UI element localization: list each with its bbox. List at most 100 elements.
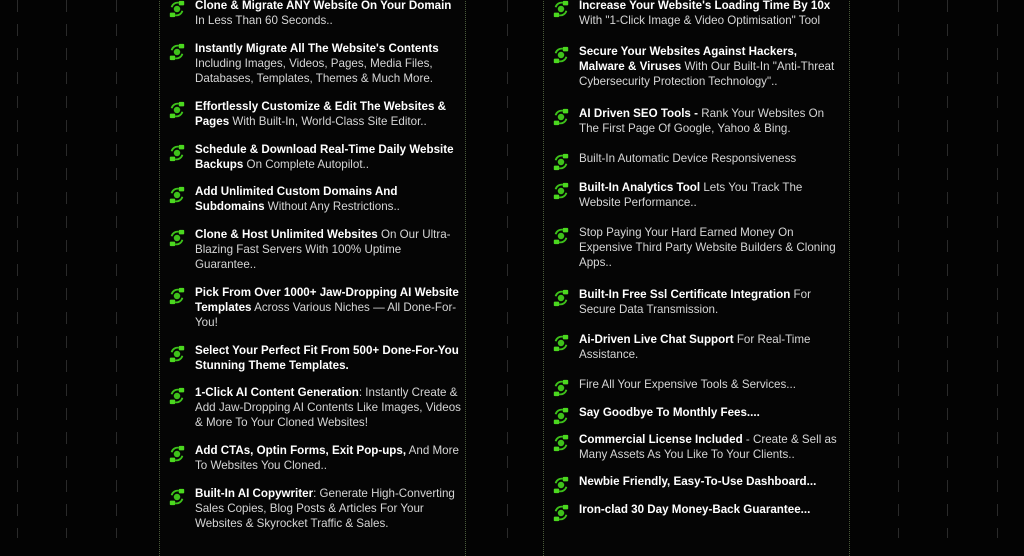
cloning-arrows-icon [553, 0, 569, 18]
feature-item: AI Driven SEO Tools - Rank Your Websites… [552, 106, 845, 136]
feature-description: Without Any Restrictions.. [264, 200, 400, 214]
cloning-arrows-icon [169, 43, 185, 61]
feature-highlight: Add CTAs, Optin Forms, Exit Pop-ups, [195, 444, 407, 457]
feature-item: Clone & Host Unlimited Websites On Our U… [168, 227, 461, 273]
feature-highlight: Built-In AI Copywriter [195, 487, 314, 500]
cloning-arrows-icon [169, 445, 185, 463]
cloning-arrows-icon [169, 488, 185, 506]
feature-highlight: 1-Click AI Content Generation [195, 386, 359, 399]
feature-text: Secure Your Websites Against Hackers, Ma… [579, 44, 845, 90]
cloning-arrows-icon [169, 229, 185, 247]
feature-highlight: Increase Your Website's Loading Time By … [579, 0, 831, 12]
features-panel-right: Increase Your Website's Loading Time By … [543, 0, 850, 556]
feature-item: Select Your Perfect Fit From 500+ Done-F… [168, 343, 461, 373]
features-panel-left: Clone & Migrate ANY Website On Your Doma… [159, 0, 466, 556]
feature-item: Iron-clad 30 Day Money-Back Guarantee... [552, 502, 845, 522]
cloning-arrows-icon [553, 153, 569, 171]
feature-item: Built-In Free Ssl Certificate Integratio… [552, 287, 845, 317]
feature-text: Effortlessly Customize & Edit The Websit… [195, 99, 461, 129]
cloning-arrows-icon [169, 387, 185, 405]
feature-text: Pick From Over 1000+ Jaw-Dropping AI Web… [195, 285, 461, 331]
feature-description: Stop Paying Your Hard Earned Money On Ex… [579, 226, 836, 270]
feature-text: Iron-clad 30 Day Money-Back Guarantee... [579, 502, 810, 522]
feature-item: Clone & Migrate ANY Website On Your Doma… [168, 0, 461, 28]
feature-item: Built-In AI Copywriter: Generate High-Co… [168, 486, 461, 532]
feature-item: Add Unlimited Custom Domains And Subdoma… [168, 184, 461, 214]
feature-highlight: Clone & Migrate ANY Website On Your Doma… [195, 0, 452, 12]
feature-highlight: Iron-clad 30 Day Money-Back Guarantee... [579, 503, 811, 516]
cloning-arrows-icon [553, 289, 569, 307]
feature-item: Pick From Over 1000+ Jaw-Dropping AI Web… [168, 285, 461, 331]
background-dashed-line [947, 0, 948, 538]
feature-item: Fire All Your Expensive Tools & Services… [552, 377, 845, 397]
feature-text: Schedule & Download Real-Time Daily Webs… [195, 142, 461, 172]
feature-description: Including Images, Videos, Pages, Media F… [195, 57, 433, 86]
cloning-arrows-icon [553, 407, 569, 425]
feature-highlight: Commercial License Included [579, 433, 743, 446]
cloning-arrows-icon [169, 186, 185, 204]
background-dashed-line [997, 0, 998, 538]
cloning-arrows-icon [553, 334, 569, 352]
cloning-arrows-icon [553, 379, 569, 397]
feature-text: Increase Your Website's Loading Time By … [579, 0, 845, 28]
background-dashed-line [116, 0, 117, 538]
feature-highlight: Built-In Analytics Tool [579, 181, 701, 194]
feature-description: Built-In Automatic Device Responsiveness [579, 152, 797, 165]
feature-text: Newbie Friendly, Easy-To-Use Dashboard..… [579, 474, 816, 494]
feature-highlight: Built-In Free Ssl Certificate Integratio… [579, 288, 791, 301]
feature-text: Clone & Migrate ANY Website On Your Doma… [195, 0, 461, 28]
cloning-arrows-icon [169, 345, 185, 363]
feature-item: 1-Click AI Content Generation: Instantly… [168, 385, 461, 431]
background-dashed-line [898, 0, 899, 538]
feature-description: In Less Than 60 Seconds.. [195, 14, 333, 28]
background-dashed-line [66, 0, 67, 538]
cloning-arrows-icon [553, 504, 569, 522]
feature-text: Built-In Automatic Device Responsiveness [579, 151, 796, 171]
feature-item: Schedule & Download Real-Time Daily Webs… [168, 142, 461, 172]
feature-item: Add CTAs, Optin Forms, Exit Pop-ups, And… [168, 443, 461, 473]
feature-highlight: Newbie Friendly, Easy-To-Use Dashboard..… [579, 475, 817, 488]
feature-text: Instantly Migrate All The Website's Cont… [195, 41, 461, 87]
feature-highlight: Ai-Driven Live Chat Support [579, 333, 734, 346]
feature-item: Built-In Analytics Tool Lets You Track T… [552, 180, 845, 210]
cloning-arrows-icon [169, 101, 185, 119]
feature-description: With "1-Click Image & Video Optimisation… [579, 14, 821, 28]
feature-text: Ai-Driven Live Chat Support For Real-Tim… [579, 332, 845, 362]
feature-text: Built-In Analytics Tool Lets You Track T… [579, 180, 845, 210]
feature-text: Select Your Perfect Fit From 500+ Done-F… [195, 343, 461, 373]
feature-highlight: AI Driven SEO Tools - [579, 107, 698, 120]
feature-text: Add CTAs, Optin Forms, Exit Pop-ups, And… [195, 443, 461, 473]
feature-description: With Built-In, World-Class Site Editor.. [229, 115, 427, 129]
feature-item: Instantly Migrate All The Website's Cont… [168, 41, 461, 87]
feature-text: AI Driven SEO Tools - Rank Your Websites… [579, 106, 845, 136]
feature-item: Secure Your Websites Against Hackers, Ma… [552, 44, 845, 90]
feature-item: Newbie Friendly, Easy-To-Use Dashboard..… [552, 474, 845, 494]
feature-text: Built-In Free Ssl Certificate Integratio… [579, 287, 845, 317]
feature-description: On Complete Autopilot.. [243, 158, 369, 172]
cloning-arrows-icon [553, 46, 569, 64]
cloning-arrows-icon [169, 144, 185, 162]
feature-item: Built-In Automatic Device Responsiveness [552, 151, 845, 171]
feature-item: Increase Your Website's Loading Time By … [552, 0, 845, 28]
feature-highlight: Instantly Migrate All The Website's Cont… [195, 42, 439, 55]
feature-item: Effortlessly Customize & Edit The Websit… [168, 99, 461, 129]
cloning-arrows-icon [169, 0, 185, 18]
feature-item: Say Goodbye To Monthly Fees.... [552, 405, 845, 425]
cloning-arrows-icon [553, 182, 569, 200]
feature-text: 1-Click AI Content Generation: Instantly… [195, 385, 461, 431]
feature-item: Stop Paying Your Hard Earned Money On Ex… [552, 225, 845, 271]
feature-text: Say Goodbye To Monthly Fees.... [579, 405, 760, 425]
feature-text: Commercial License Included - Create & S… [579, 432, 845, 462]
cloning-arrows-icon [553, 476, 569, 494]
feature-text: Fire All Your Expensive Tools & Services… [579, 377, 796, 397]
feature-text: Stop Paying Your Hard Earned Money On Ex… [579, 225, 845, 271]
cloning-arrows-icon [553, 227, 569, 245]
background-dashed-line [507, 0, 508, 538]
feature-item: Commercial License Included - Create & S… [552, 432, 845, 462]
feature-item: Ai-Driven Live Chat Support For Real-Tim… [552, 332, 845, 362]
feature-text: Built-In AI Copywriter: Generate High-Co… [195, 486, 461, 532]
feature-description: Fire All Your Expensive Tools & Services… [579, 378, 796, 391]
feature-highlight: Select Your Perfect Fit From 500+ Done-F… [195, 344, 459, 373]
cloning-arrows-icon [553, 434, 569, 452]
feature-highlight: Clone & Host Unlimited Websites [195, 228, 378, 241]
